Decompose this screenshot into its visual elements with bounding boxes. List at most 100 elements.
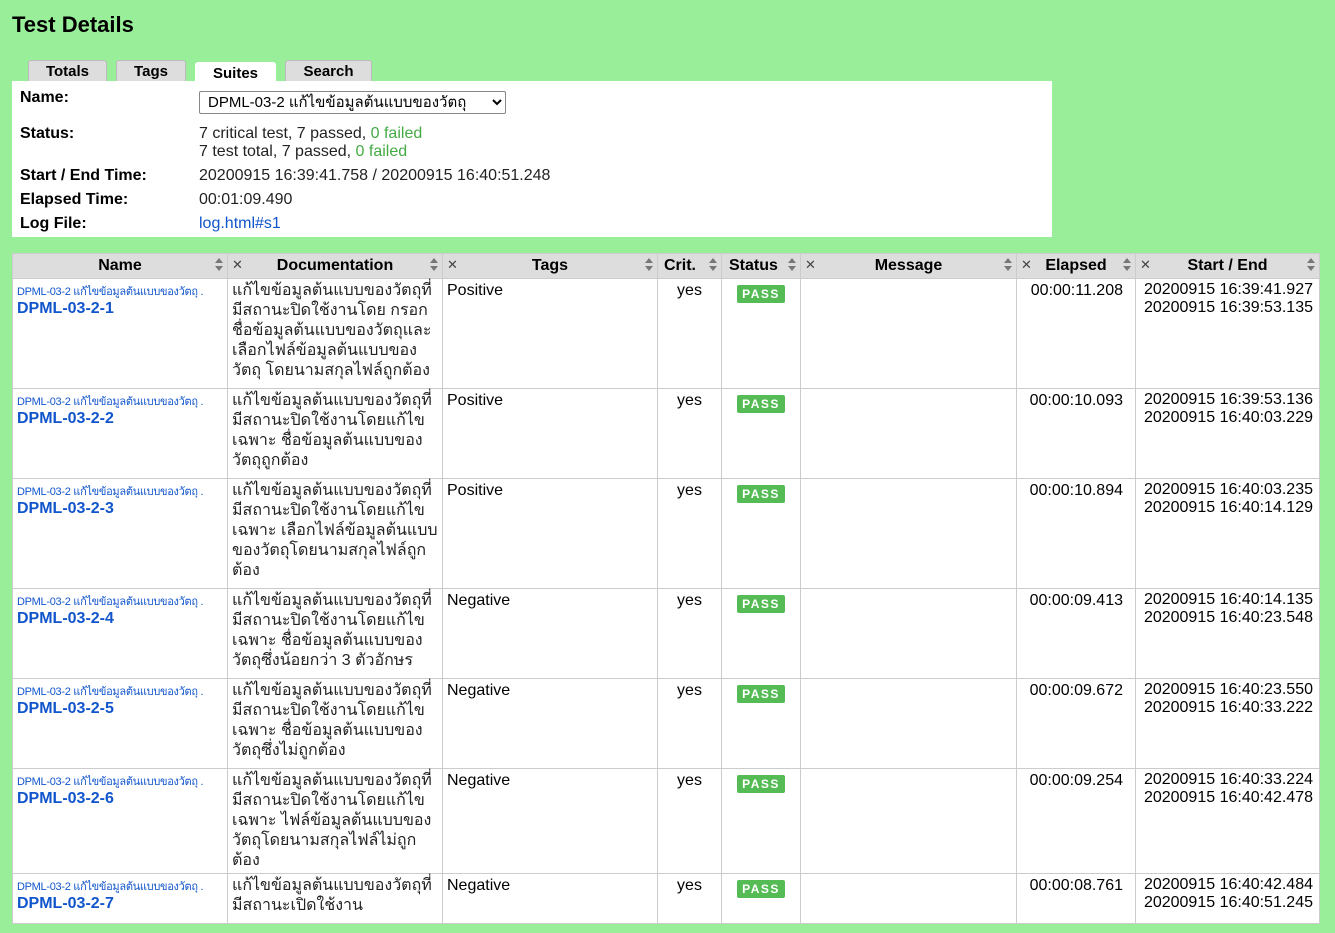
end-time: 20200915 16:40:51.245 xyxy=(1143,894,1313,911)
col-header-message[interactable]: ✕ Message xyxy=(800,253,1017,279)
test-name-link[interactable]: DPML-03-2-4 xyxy=(17,610,223,628)
name-cell: DPML-03-2 แก้ไขข้อมูลต้นแบบของวัตถุ . DPM… xyxy=(12,873,228,924)
doc-cell: แก้ไขข้อมูลต้นแบบของวัตถุที่มีสถานะปิดใช… xyxy=(227,768,443,874)
message-cell xyxy=(800,478,1017,589)
col-header-status[interactable]: Status xyxy=(721,253,801,279)
name-cell: DPML-03-2 แก้ไขข้อมูลต้นแบบของวัตถุ . DPM… xyxy=(12,678,228,769)
elapsed-cell: 00:00:09.254 xyxy=(1016,768,1136,874)
parent-suite-link[interactable]: DPML-03-2 แก้ไขข้อมูลต้นแบบของวัตถุ . xyxy=(17,685,223,700)
status-cell: PASS xyxy=(721,278,801,389)
doc-cell: แก้ไขข้อมูลต้นแบบของวัตถุที่มีสถานะปิดใช… xyxy=(227,588,443,679)
tab-tags[interactable]: Tags xyxy=(116,60,186,82)
close-icon[interactable]: ✕ xyxy=(232,257,243,273)
col-header-name[interactable]: Name xyxy=(12,253,228,279)
start-time: 20200915 16:40:23.550 xyxy=(1143,681,1313,698)
crit-cell: yes xyxy=(657,478,722,589)
table-row: DPML-03-2 แก้ไขข้อมูลต้นแบบของวัตถุ . DPM… xyxy=(12,678,1320,769)
status-cell: PASS xyxy=(721,873,801,924)
elapsed-cell: 00:00:09.413 xyxy=(1016,588,1136,679)
col-header-elapsed[interactable]: ✕ Elapsed xyxy=(1016,253,1136,279)
sort-arrows-icon[interactable] xyxy=(788,258,796,272)
end-time: 20200915 16:40:14.129 xyxy=(1143,499,1313,516)
start-end-cell: 20200915 16:39:41.927 20200915 16:39:53.1… xyxy=(1135,278,1320,389)
status-cell: PASS xyxy=(721,388,801,479)
start-time: 20200915 16:40:33.224 xyxy=(1143,771,1313,788)
start-end-cell: 20200915 16:40:33.224 20200915 16:40:42.4… xyxy=(1135,768,1320,874)
start-time: 20200915 16:39:41.927 xyxy=(1143,281,1313,298)
message-cell xyxy=(800,588,1017,679)
pass-badge: PASS xyxy=(737,285,785,303)
sort-arrows-icon[interactable] xyxy=(709,258,717,272)
log-label: Log File: xyxy=(20,215,87,232)
test-name-link[interactable]: DPML-03-2-1 xyxy=(17,300,223,318)
tags-cell: Positive xyxy=(442,388,658,479)
pass-badge: PASS xyxy=(737,485,785,503)
log-file-link[interactable]: log.html#s1 xyxy=(199,215,281,233)
name-label: Name: xyxy=(20,89,69,106)
sort-arrows-icon[interactable] xyxy=(215,258,223,272)
parent-suite-link[interactable]: DPML-03-2 แก้ไขข้อมูลต้นแบบของวัตถุ . xyxy=(17,775,223,790)
close-icon[interactable]: ✕ xyxy=(447,257,458,273)
table-row: DPML-03-2 แก้ไขข้อมูลต้นแบบของวัตถุ . DPM… xyxy=(12,388,1320,479)
test-name-link[interactable]: DPML-03-2-3 xyxy=(17,500,223,518)
doc-cell: แก้ไขข้อมูลต้นแบบของวัตถุที่มีสถานะปิดใช… xyxy=(227,278,443,389)
status-total-text: 7 test total, 7 passed, xyxy=(199,143,356,160)
end-time: 20200915 16:40:42.478 xyxy=(1143,789,1313,806)
end-time: 20200915 16:40:23.548 xyxy=(1143,609,1313,626)
end-time: 20200915 16:40:03.229 xyxy=(1143,409,1313,426)
col-header-documentation[interactable]: ✕ Documentation xyxy=(227,253,443,279)
tab-search[interactable]: Search xyxy=(285,60,372,82)
crit-cell: yes xyxy=(657,388,722,479)
close-icon[interactable]: ✕ xyxy=(805,257,816,273)
message-cell xyxy=(800,768,1017,874)
sort-arrows-icon[interactable] xyxy=(1123,258,1131,272)
parent-suite-link[interactable]: DPML-03-2 แก้ไขข้อมูลต้นแบบของวัตถุ . xyxy=(17,880,223,895)
elapsed-label: Elapsed Time: xyxy=(20,191,129,208)
sort-arrows-icon[interactable] xyxy=(430,258,438,272)
elapsed-value: 00:01:09.490 xyxy=(199,191,293,208)
sort-arrows-icon[interactable] xyxy=(1307,258,1315,272)
elapsed-cell: 00:00:10.093 xyxy=(1016,388,1136,479)
message-cell xyxy=(800,873,1017,924)
tab-totals[interactable]: Totals xyxy=(28,60,107,82)
parent-suite-link[interactable]: DPML-03-2 แก้ไขข้อมูลต้นแบบของวัตถุ . xyxy=(17,395,223,410)
tags-cell: Negative xyxy=(442,873,658,924)
crit-cell: yes xyxy=(657,588,722,679)
test-name-link[interactable]: DPML-03-2-5 xyxy=(17,700,223,718)
status-critical-failed: 0 failed xyxy=(370,125,423,142)
suite-select[interactable]: DPML-03-2 แก้ไขข้อมูลต้นแบบของวัตถุ xyxy=(199,91,506,114)
status-total-failed: 0 failed xyxy=(355,143,408,160)
sort-arrows-icon[interactable] xyxy=(1004,258,1012,272)
start-end-cell: 20200915 16:39:53.136 20200915 16:40:03.2… xyxy=(1135,388,1320,479)
close-icon[interactable]: ✕ xyxy=(1140,257,1151,273)
start-end-cell: 20200915 16:40:14.135 20200915 16:40:23.5… xyxy=(1135,588,1320,679)
test-name-link[interactable]: DPML-03-2-6 xyxy=(17,790,223,808)
col-header-crit[interactable]: Crit. xyxy=(657,253,722,279)
parent-suite-link[interactable]: DPML-03-2 แก้ไขข้อมูลต้นแบบของวัตถุ . xyxy=(17,485,223,500)
start-time: 20200915 16:40:42.484 xyxy=(1143,876,1313,893)
message-cell xyxy=(800,278,1017,389)
doc-cell: แก้ไขข้อมูลต้นแบบของวัตถุที่มีสถานะปิดใช… xyxy=(227,388,443,479)
pass-badge: PASS xyxy=(737,395,785,413)
close-icon[interactable]: ✕ xyxy=(1021,257,1032,273)
status-critical-text: 7 critical test, 7 passed, xyxy=(199,125,371,142)
table-row: DPML-03-2 แก้ไขข้อมูลต้นแบบของวัตถุ . DPM… xyxy=(12,588,1320,679)
test-name-link[interactable]: DPML-03-2-2 xyxy=(17,410,223,428)
message-cell xyxy=(800,388,1017,479)
table-row: DPML-03-2 แก้ไขข้อมูลต้นแบบของวัตถุ . DPM… xyxy=(12,478,1320,589)
parent-suite-link[interactable]: DPML-03-2 แก้ไขข้อมูลต้นแบบของวัตถุ . xyxy=(17,285,223,300)
doc-cell: แก้ไขข้อมูลต้นแบบของวัตถุที่มีสถานะเปิดใ… xyxy=(227,873,443,924)
status-cell: PASS xyxy=(721,588,801,679)
col-header-tags[interactable]: ✕ Tags xyxy=(442,253,658,279)
name-cell: DPML-03-2 แก้ไขข้อมูลต้นแบบของวัตถุ . DPM… xyxy=(12,768,228,874)
start-end-cell: 20200915 16:40:03.235 20200915 16:40:14.1… xyxy=(1135,478,1320,589)
test-table-wrapper: Name ✕ Documentation ✕ Tags Crit. Status ✕… xyxy=(12,253,1320,924)
parent-suite-link[interactable]: DPML-03-2 แก้ไขข้อมูลต้นแบบของวัตถุ . xyxy=(17,595,223,610)
col-header-start-end[interactable]: ✕ Start / End xyxy=(1135,253,1320,279)
test-name-link[interactable]: DPML-03-2-7 xyxy=(17,895,223,913)
pass-badge: PASS xyxy=(737,880,785,898)
sort-arrows-icon[interactable] xyxy=(645,258,653,272)
elapsed-cell: 00:00:11.208 xyxy=(1016,278,1136,389)
table-row: DPML-03-2 แก้ไขข้อมูลต้นแบบของวัตถุ . DPM… xyxy=(12,873,1320,924)
status-cell: PASS xyxy=(721,478,801,589)
